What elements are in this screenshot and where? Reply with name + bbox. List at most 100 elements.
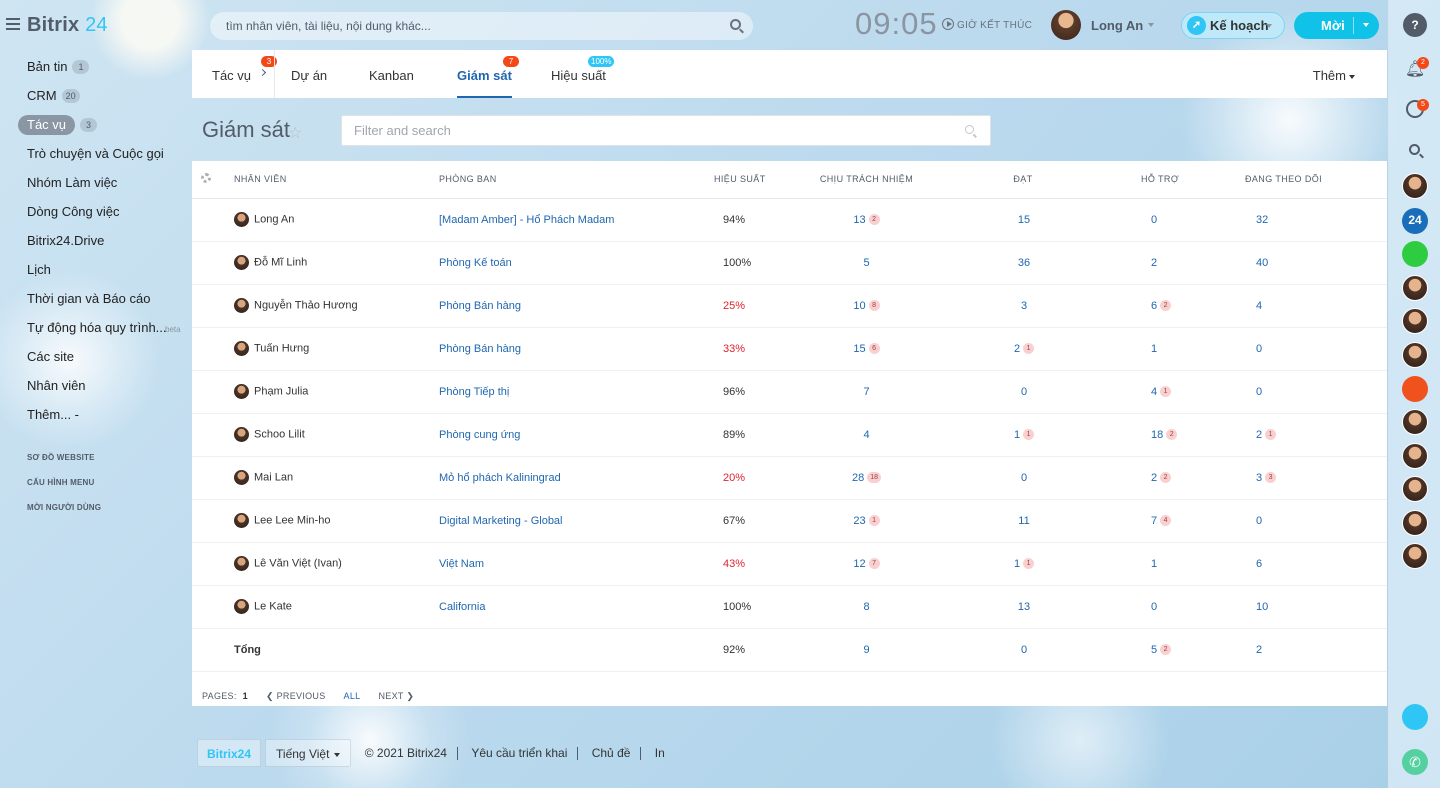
employee-name[interactable]: Nguyễn Thảo Hương	[254, 299, 358, 311]
count-link[interactable]: 2	[1256, 429, 1262, 441]
count-cell[interactable]: 8	[814, 585, 999, 629]
count-link[interactable]: 0	[1151, 214, 1157, 226]
next-page-button[interactable]: NEXT ❯	[378, 691, 414, 701]
employee-name[interactable]: Phạm Julia	[254, 385, 308, 397]
count-link[interactable]: 3	[1021, 300, 1027, 312]
show-all-button[interactable]: ALL	[344, 691, 361, 701]
count-cell[interactable]: 32	[1219, 198, 1387, 242]
count-link[interactable]: 0	[1021, 644, 1027, 656]
sitemap-link[interactable]: SƠ ĐỒ WEBSITE	[0, 445, 190, 470]
chevron-right-icon[interactable]	[258, 68, 267, 77]
count-link[interactable]: 1	[1151, 558, 1157, 570]
star-icon[interactable]: ☆	[288, 123, 302, 143]
count-cell[interactable]: 13 2	[814, 198, 999, 242]
count-link[interactable]: 13	[1018, 601, 1030, 613]
count-link[interactable]: 2	[1151, 257, 1157, 269]
count-cell[interactable]: 11	[999, 499, 1129, 543]
department-link[interactable]: Phòng Kế toán	[439, 257, 512, 269]
count-cell[interactable]: 3	[999, 284, 1129, 328]
count-link[interactable]: 36	[1018, 257, 1030, 269]
help-icon[interactable]: ?	[1403, 13, 1427, 37]
bitrix-logo[interactable]: Bitrix 24	[27, 14, 108, 37]
invite-users-link[interactable]: MỜI NGƯỜI DÙNG	[0, 495, 190, 520]
tab-efficiency[interactable]: Hiệu suất 100%	[551, 50, 615, 98]
sidebar-item-chat[interactable]: Trò chuyện và Cuộc gọi	[0, 143, 190, 172]
sidebar-item-workgroups[interactable]: Nhóm Làm việc	[0, 172, 190, 201]
count-link[interactable]: 1	[1014, 558, 1020, 570]
count-cell[interactable]: 74	[1129, 499, 1219, 543]
gear-icon[interactable]	[201, 173, 211, 184]
count-link[interactable]: 4	[863, 429, 869, 441]
count-cell[interactable]: 2	[1219, 628, 1387, 672]
clock[interactable]: 09:05	[855, 6, 938, 42]
contact-avatar[interactable]	[1402, 476, 1428, 502]
tab-projects[interactable]: Dự án	[291, 50, 327, 98]
count-cell[interactable]: 2	[1129, 241, 1219, 285]
tab-kanban[interactable]: Kanban	[369, 50, 414, 98]
count-cell[interactable]: 0	[999, 456, 1129, 500]
count-cell[interactable]: 0	[1219, 370, 1387, 414]
department-link[interactable]: California	[439, 601, 485, 613]
count-cell[interactable]: 33	[1219, 456, 1387, 500]
column-header[interactable]: PHÒNG BAN	[439, 161, 714, 199]
contact-avatar[interactable]	[1402, 510, 1428, 536]
crm-contact-icon[interactable]	[1402, 241, 1428, 267]
megaphone-icon[interactable]	[1402, 376, 1428, 402]
invite-button[interactable]: Mời	[1294, 12, 1379, 39]
count-link[interactable]: 2	[1151, 472, 1157, 484]
previous-page-button[interactable]: ❮ PREVIOUS	[266, 691, 326, 701]
end-day-button[interactable]: GIỜ KẾT THÚC	[942, 18, 1032, 31]
contact-avatar[interactable]	[1402, 173, 1428, 199]
b24-network-icon[interactable]: 24	[1402, 208, 1428, 234]
count-link[interactable]: 23	[853, 515, 865, 527]
count-cell[interactable]: 21	[1219, 413, 1387, 457]
count-cell[interactable]: 36	[999, 241, 1129, 285]
department-link[interactable]: Phòng Bán hàng	[439, 343, 521, 355]
column-header[interactable]: HIỆU SUẤT	[714, 161, 814, 199]
count-link[interactable]: 4	[1151, 386, 1157, 398]
configure-menu-link[interactable]: CẤU HÌNH MENU	[0, 470, 190, 495]
count-cell[interactable]: 5	[814, 241, 999, 285]
search-icon[interactable]	[965, 125, 974, 134]
count-link[interactable]: 1	[1151, 343, 1157, 355]
column-header[interactable]: ĐẠT	[999, 161, 1129, 199]
count-cell[interactable]: 1	[1129, 542, 1219, 586]
search-icon[interactable]	[730, 19, 741, 30]
sidebar-item-news[interactable]: Bản tin 1	[0, 56, 190, 85]
count-link[interactable]: 7	[1151, 515, 1157, 527]
phone-icon[interactable]: ✆	[1402, 749, 1428, 775]
count-cell[interactable]: 21	[999, 327, 1129, 371]
column-settings[interactable]	[192, 161, 234, 199]
count-cell[interactable]: 40	[1219, 241, 1387, 285]
employee-name[interactable]: Tuấn Hưng	[254, 342, 309, 354]
column-header[interactable]: HỖ TRỢ	[1129, 161, 1219, 199]
footer-link-theme[interactable]: Chủ đề	[592, 746, 642, 760]
count-link[interactable]: 3	[1256, 472, 1262, 484]
count-cell[interactable]: 0	[1129, 198, 1219, 242]
current-page[interactable]: 1	[243, 691, 248, 701]
sidebar-item-tasks[interactable]: Tác vụ 3	[0, 114, 190, 143]
count-link[interactable]: 28	[852, 472, 864, 484]
count-cell[interactable]: 6	[1219, 542, 1387, 586]
count-cell[interactable]: 62	[1129, 284, 1219, 328]
sidebar-item-more[interactable]: Thêm... -	[0, 404, 190, 433]
department-link[interactable]: Việt Nam	[439, 558, 484, 570]
sidebar-item-sites[interactable]: Các site	[0, 346, 190, 375]
employee-name[interactable]: Le Kate	[254, 600, 292, 612]
count-link[interactable]: 2	[1014, 343, 1020, 355]
count-link[interactable]: 11	[1018, 515, 1029, 527]
count-link[interactable]: 10	[1256, 601, 1268, 613]
employee-cell[interactable]: Lee Lee Min-ho	[234, 499, 439, 543]
footer-logo[interactable]: Bitrix24	[197, 739, 262, 767]
count-cell[interactable]: 0	[1129, 585, 1219, 629]
count-cell[interactable]: 18 2	[1129, 413, 1219, 457]
employee-cell[interactable]: Nguyễn Thảo Hương	[234, 284, 439, 328]
employee-name[interactable]: Mai Lan	[254, 471, 293, 483]
menu-burger-icon[interactable]	[6, 18, 20, 30]
count-link[interactable]: 0	[1256, 515, 1262, 527]
count-cell[interactable]: 4	[1219, 284, 1387, 328]
sidebar-item-crm[interactable]: CRM 20	[0, 85, 190, 114]
employee-name[interactable]: Lê Văn Việt (Ivan)	[254, 557, 342, 569]
count-link[interactable]: 4	[1256, 300, 1262, 312]
department-link[interactable]: Mỏ hổ phách Kaliningrad	[439, 472, 561, 484]
